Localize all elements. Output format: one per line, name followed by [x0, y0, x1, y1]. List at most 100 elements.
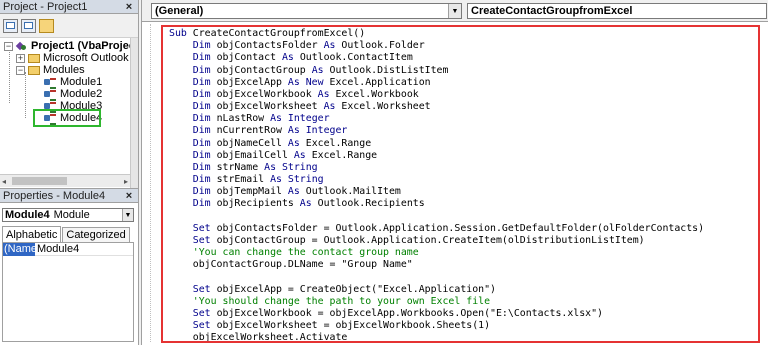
scroll-thumb[interactable]: [12, 177, 67, 185]
project-pane-title: Project - Project1: [3, 0, 88, 13]
tree-line: [9, 48, 10, 103]
code-text: Outlook.ContactItem: [299, 52, 413, 64]
code-keyword: As Integer: [287, 125, 348, 137]
code-keyword: As: [293, 149, 312, 161]
vba-project-icon: [16, 41, 28, 52]
object-combo[interactable]: (General) ▼: [151, 3, 462, 19]
code-line[interactable]: Dim objTempMail As Outlook.MailItem: [169, 186, 758, 198]
code-keyword: Dim: [169, 113, 217, 125]
code-line[interactable]: Dim strName As String: [169, 162, 758, 174]
code-line[interactable]: Dim objContact As Outlook.ContactItem: [169, 52, 758, 64]
code-text: nCurrentRow: [216, 125, 288, 137]
code-line[interactable]: [169, 271, 758, 283]
code-keyword: Set: [169, 320, 217, 332]
code-comment: 'You can change the contact group name: [169, 247, 419, 259]
code-line[interactable]: Set objContactsFolder = Outlook.Applicat…: [169, 223, 758, 235]
code-line[interactable]: Set objExcelWorkbook = objExcelApp.Workb…: [169, 308, 758, 320]
code-text: objContact: [216, 52, 282, 64]
module-label: Module1: [60, 76, 103, 88]
scroll-left-icon[interactable]: ◂: [2, 177, 6, 186]
code-line[interactable]: Dim objRecipients As Outlook.Recipients: [169, 198, 758, 210]
properties-pane-titlebar: Properties - Module4 ×: [0, 189, 138, 203]
margin-indicator-bar: [150, 24, 151, 342]
code-line[interactable]: objContactGroup.DLName = "Group Name": [169, 259, 758, 271]
tab-alphabetic[interactable]: Alphabetic: [2, 226, 62, 242]
expand-icon[interactable]: +: [16, 53, 25, 63]
code-line[interactable]: Set objContactGroup = Outlook.Applicatio…: [169, 235, 758, 247]
code-keyword: As: [281, 52, 300, 64]
code-keyword: Dim: [169, 40, 217, 52]
code-line[interactable]: Dim objExcelApp As New Excel.Application: [169, 77, 758, 89]
code-keyword: As: [323, 40, 342, 52]
tree-line: [25, 72, 26, 118]
code-keyword: As String: [264, 161, 318, 173]
code-line[interactable]: Dim nCurrentRow As Integer: [169, 125, 758, 137]
code-text: objExcelWorksheet: [216, 101, 324, 113]
tree-node-outlook-objects[interactable]: + Microsoft Outlook Object: [16, 52, 130, 64]
code-line[interactable]: [169, 211, 758, 223]
code-keyword: As: [287, 137, 306, 149]
property-value[interactable]: Module4: [35, 243, 79, 255]
code-keyword: Dim: [169, 174, 217, 186]
code-text: objExcelWorkbook: [216, 88, 318, 100]
code-line[interactable]: 'You can change the contact group name: [169, 247, 758, 259]
tab-categorized[interactable]: Categorized: [62, 227, 130, 242]
code-text: nLastRow: [216, 113, 271, 125]
project-horizontal-scrollbar[interactable]: ◂ ▸: [0, 174, 130, 187]
code-window-header: (General) ▼ CreateContactGroupfromExcel: [142, 0, 768, 22]
chevron-down-icon[interactable]: ▼: [122, 209, 133, 221]
collapse-icon[interactable]: −: [16, 65, 25, 75]
chevron-down-icon[interactable]: ▼: [448, 4, 461, 18]
folder-icon: [28, 53, 40, 63]
code-keyword: As: [299, 198, 318, 210]
code-line[interactable]: objExcelWorksheet.Activate: [169, 332, 758, 341]
close-icon[interactable]: ×: [123, 1, 135, 13]
property-row-name[interactable]: (Name) Module4: [3, 242, 133, 256]
project-vertical-scrollbar[interactable]: [130, 38, 138, 188]
code-keyword: Set: [169, 222, 217, 234]
code-line[interactable]: Dim objNameCell As Excel.Range: [169, 138, 758, 150]
form-icon: [24, 22, 33, 29]
code-line[interactable]: Dim objExcelWorksheet As Excel.Worksheet: [169, 101, 758, 113]
code-line[interactable]: Dim objExcelWorkbook As Excel.Workbook: [169, 89, 758, 101]
code-keyword: As: [311, 64, 330, 76]
toggle-folders-button[interactable]: [39, 18, 54, 33]
modules-folder-label: Modules: [43, 64, 85, 76]
code-line[interactable]: Sub CreateContactGroupfromExcel(): [169, 28, 758, 40]
code-line[interactable]: Dim objContactsFolder As Outlook.Folder: [169, 40, 758, 52]
code-line[interactable]: 'You should change the path to your own …: [169, 296, 758, 308]
tree-node-modules[interactable]: − Modules: [16, 64, 85, 76]
code-text: Excel.Application: [329, 76, 431, 88]
tree-node-project[interactable]: − Project1 (VbaProject.OT: [4, 40, 130, 52]
code-keyword: Dim: [169, 101, 217, 113]
code-keyword: Dim: [169, 137, 217, 149]
close-icon[interactable]: ×: [123, 190, 135, 202]
code-line[interactable]: Dim objContactGroup As Outlook.DistListI…: [169, 65, 758, 77]
code-line[interactable]: Dim objEmailCell As Excel.Range: [169, 150, 758, 162]
code-text: Excel.Range: [305, 137, 372, 149]
project-explorer: Project - Project1 × − Project1 (VbaProj…: [0, 0, 139, 188]
view-code-button[interactable]: [3, 18, 18, 33]
code-keyword: Dim: [169, 52, 217, 64]
code-text: Excel.Workbook: [335, 88, 419, 100]
code-keyword: Dim: [169, 198, 217, 210]
code-line[interactable]: Dim nLastRow As Integer: [169, 113, 758, 125]
project-pane-titlebar: Project - Project1 ×: [0, 0, 138, 14]
object-selector[interactable]: Module4 Module ▼: [2, 208, 134, 222]
collapse-icon[interactable]: −: [4, 41, 13, 51]
tree-node-module1[interactable]: Module1: [44, 76, 103, 89]
code-keyword: As: [287, 186, 306, 198]
code-keyword: As Integer: [270, 113, 330, 125]
code-editor[interactable]: Sub CreateContactGroupfromExcel() Dim ob…: [163, 27, 758, 341]
scroll-right-icon[interactable]: ▸: [124, 177, 128, 186]
view-object-button[interactable]: [21, 18, 36, 33]
code-keyword: As New: [287, 76, 330, 88]
code-text: Outlook.Folder: [341, 40, 425, 52]
procedure-combo[interactable]: CreateContactGroupfromExcel: [467, 3, 767, 19]
tree-node-module2[interactable]: Module2: [44, 88, 102, 101]
code-line[interactable]: Set objExcelWorksheet = objExcelWorkbook…: [169, 320, 758, 332]
code-line[interactable]: Dim strEmail As String: [169, 174, 758, 186]
code-line[interactable]: Set objExcelApp = CreateObject("Excel.Ap…: [169, 284, 758, 296]
code-highlight-box: Sub CreateContactGroupfromExcel() Dim ob…: [161, 25, 760, 343]
code-keyword: Set: [169, 283, 217, 295]
